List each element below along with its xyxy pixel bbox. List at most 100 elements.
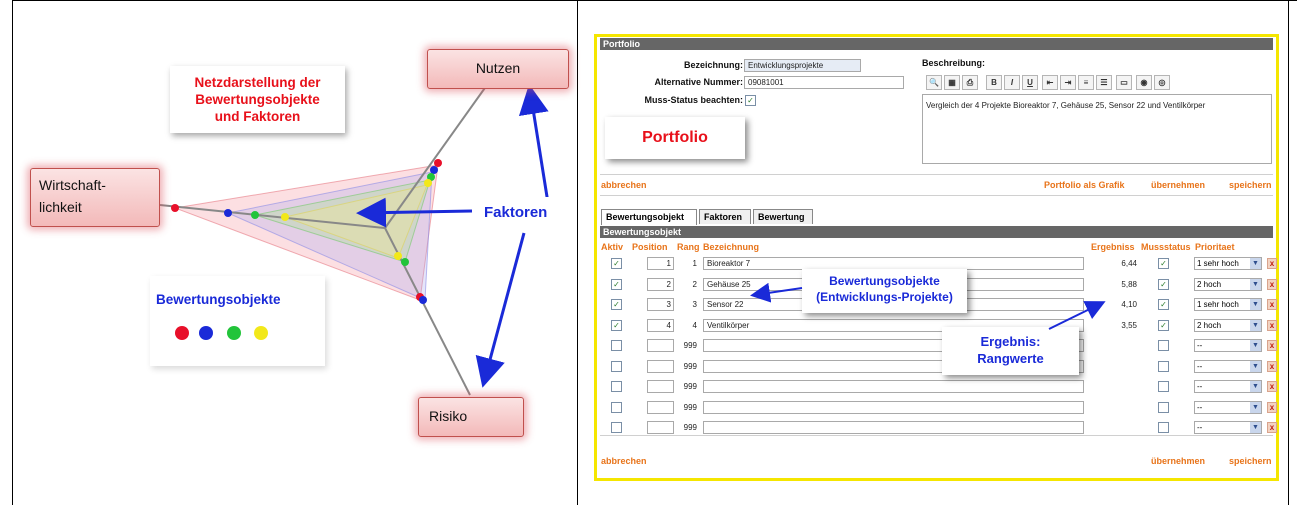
legend-dot-yellow bbox=[254, 326, 268, 340]
row-aktiv-checkbox[interactable]: ✓ bbox=[611, 258, 622, 269]
chevron-down-icon: ▼ bbox=[1250, 402, 1261, 413]
row-muss-checkbox[interactable]: ✓ bbox=[1158, 279, 1169, 290]
delete-icon[interactable]: x bbox=[1267, 320, 1277, 331]
objects-box bbox=[150, 276, 325, 366]
delete-icon[interactable]: x bbox=[1267, 258, 1277, 269]
dot-green-left bbox=[251, 211, 259, 219]
dot-yellow-top bbox=[424, 179, 432, 187]
row-rang: 999 bbox=[683, 341, 697, 350]
diagram-title-line-2: Bewertungsobjekte bbox=[195, 92, 320, 107]
chevron-down-icon: ▼ bbox=[1250, 258, 1261, 269]
portfolio-window: Portfolio Bezeichnung: Entwicklungsproje… bbox=[594, 34, 1279, 481]
objects-label: Bewertungsobjekte bbox=[156, 292, 281, 307]
row-prioritaet-value: 2 hoch bbox=[1197, 321, 1222, 330]
row-ergebnis: 4,10 bbox=[1121, 300, 1137, 309]
delete-icon[interactable]: x bbox=[1267, 422, 1277, 433]
arrow-to-risiko bbox=[475, 232, 526, 388]
axis-nutzen bbox=[384, 84, 488, 229]
row-aktiv-checkbox[interactable]: ✓ bbox=[611, 279, 622, 290]
dot-red-top bbox=[434, 159, 442, 167]
row-prioritaet-select[interactable]: -- ▼ bbox=[1194, 421, 1262, 434]
row-prioritaet-value: 1 sehr hoch bbox=[1197, 300, 1239, 309]
row-muss-checkbox[interactable] bbox=[1158, 361, 1169, 372]
object-table: ✓ 1 1 Bioreaktor 7 6,44 ✓ 1 sehr hoch ▼ … bbox=[597, 37, 1277, 478]
delete-icon[interactable]: x bbox=[1267, 381, 1277, 392]
legend-dot-red bbox=[175, 326, 189, 340]
row-aktiv-checkbox[interactable] bbox=[611, 402, 622, 413]
chevron-down-icon: ▼ bbox=[1250, 422, 1261, 433]
row-muss-checkbox[interactable] bbox=[1158, 422, 1169, 433]
row-muss-checkbox[interactable] bbox=[1158, 402, 1169, 413]
frame-right bbox=[1288, 0, 1289, 505]
uebernehmen-link-bottom[interactable]: übernehmen bbox=[1151, 456, 1205, 466]
row-rang: 1 bbox=[692, 259, 697, 268]
delete-icon[interactable]: x bbox=[1267, 299, 1277, 310]
row-aktiv-checkbox[interactable] bbox=[611, 340, 622, 351]
row-aktiv-checkbox[interactable] bbox=[611, 361, 622, 372]
row-prioritaet-select[interactable]: -- ▼ bbox=[1194, 401, 1262, 414]
row-prioritaet-select[interactable]: -- ▼ bbox=[1194, 339, 1262, 352]
delete-icon[interactable]: x bbox=[1267, 361, 1277, 372]
row-prioritaet-value: 1 sehr hoch bbox=[1197, 259, 1239, 268]
dot-green-bottom bbox=[401, 258, 409, 266]
row-rang: 999 bbox=[683, 362, 697, 371]
delete-icon[interactable]: x bbox=[1267, 340, 1277, 351]
dot-blue-left bbox=[224, 209, 232, 217]
chevron-down-icon: ▼ bbox=[1250, 381, 1261, 392]
row-muss-checkbox[interactable]: ✓ bbox=[1158, 258, 1169, 269]
net-diagram: Netzdarstellung der Bewertungsobjekte un… bbox=[0, 0, 575, 505]
row-prioritaet-select[interactable]: 1 sehr hoch ▼ bbox=[1194, 257, 1262, 270]
legend-dot-green bbox=[227, 326, 241, 340]
bottom-actions-line bbox=[600, 435, 1273, 436]
diagram-title: Netzdarstellung der Bewertungsobjekte un… bbox=[170, 74, 345, 125]
objects-callout-line-2: (Entwicklungs-Projekte) bbox=[816, 290, 953, 304]
node-risiko-label: Risiko bbox=[429, 408, 468, 424]
node-wirtschaftlichkeit-line-2: lichkeit bbox=[39, 199, 82, 215]
row-bezeichnung-input[interactable] bbox=[703, 380, 1084, 393]
result-callout: Ergebnis: Rangwerte bbox=[942, 333, 1079, 367]
node-nutzen: Nutzen bbox=[427, 49, 569, 89]
row-prioritaet-select[interactable]: 1 sehr hoch ▼ bbox=[1194, 298, 1262, 311]
row-rang: 4 bbox=[692, 321, 697, 330]
dot-blue-top bbox=[430, 166, 438, 174]
row-rang: 3 bbox=[692, 300, 697, 309]
row-muss-checkbox[interactable]: ✓ bbox=[1158, 299, 1169, 310]
row-prioritaet-value: -- bbox=[1197, 403, 1203, 412]
chevron-down-icon: ▼ bbox=[1250, 340, 1261, 351]
row-aktiv-checkbox[interactable] bbox=[611, 381, 622, 392]
row-bezeichnung-input[interactable] bbox=[703, 421, 1084, 434]
node-wirtschaftlichkeit: Wirtschaft- lichkeit bbox=[30, 168, 160, 227]
chevron-down-icon: ▼ bbox=[1250, 279, 1261, 290]
abbrechen-link-bottom[interactable]: abbrechen bbox=[601, 456, 647, 466]
row-aktiv-checkbox[interactable] bbox=[611, 422, 622, 433]
row-aktiv-checkbox[interactable]: ✓ bbox=[611, 299, 622, 310]
row-ergebnis: 5,88 bbox=[1121, 280, 1137, 289]
row-prioritaet-select[interactable]: 2 hoch ▼ bbox=[1194, 319, 1262, 332]
row-prioritaet-select[interactable]: -- ▼ bbox=[1194, 360, 1262, 373]
row-muss-checkbox[interactable] bbox=[1158, 381, 1169, 392]
row-muss-checkbox[interactable]: ✓ bbox=[1158, 320, 1169, 331]
delete-icon[interactable]: x bbox=[1267, 402, 1277, 413]
speichern-link-bottom[interactable]: speichern bbox=[1229, 456, 1272, 466]
row-prioritaet-select[interactable]: 2 hoch ▼ bbox=[1194, 278, 1262, 291]
dot-red-left bbox=[171, 204, 179, 212]
row-prioritaet-value: 2 hoch bbox=[1197, 280, 1222, 289]
row-ergebnis: 3,55 bbox=[1121, 321, 1137, 330]
row-rang: 999 bbox=[683, 403, 697, 412]
row-aktiv-checkbox[interactable]: ✓ bbox=[611, 320, 622, 331]
row-rang: 999 bbox=[683, 423, 697, 432]
row-muss-checkbox[interactable] bbox=[1158, 340, 1169, 351]
row-rang: 2 bbox=[692, 280, 697, 289]
row-bezeichnung-input[interactable] bbox=[703, 401, 1084, 414]
node-nutzen-label: Nutzen bbox=[475, 60, 521, 76]
faktoren-label: Faktoren bbox=[484, 204, 548, 221]
row-prioritaet-value: -- bbox=[1197, 362, 1203, 371]
objects-callout-line-1: Bewertungsobjekte bbox=[829, 274, 940, 288]
row-prioritaet-select[interactable]: -- ▼ bbox=[1194, 380, 1262, 393]
delete-icon[interactable]: x bbox=[1267, 279, 1277, 290]
result-callout-line-1: Ergebnis: bbox=[980, 334, 1041, 349]
chevron-down-icon: ▼ bbox=[1250, 320, 1261, 331]
node-wirtschaftlichkeit-line-1: Wirtschaft- bbox=[39, 177, 106, 193]
diagram-title-line-1: Netzdarstellung der bbox=[194, 75, 321, 90]
arrow-to-center bbox=[356, 197, 473, 228]
